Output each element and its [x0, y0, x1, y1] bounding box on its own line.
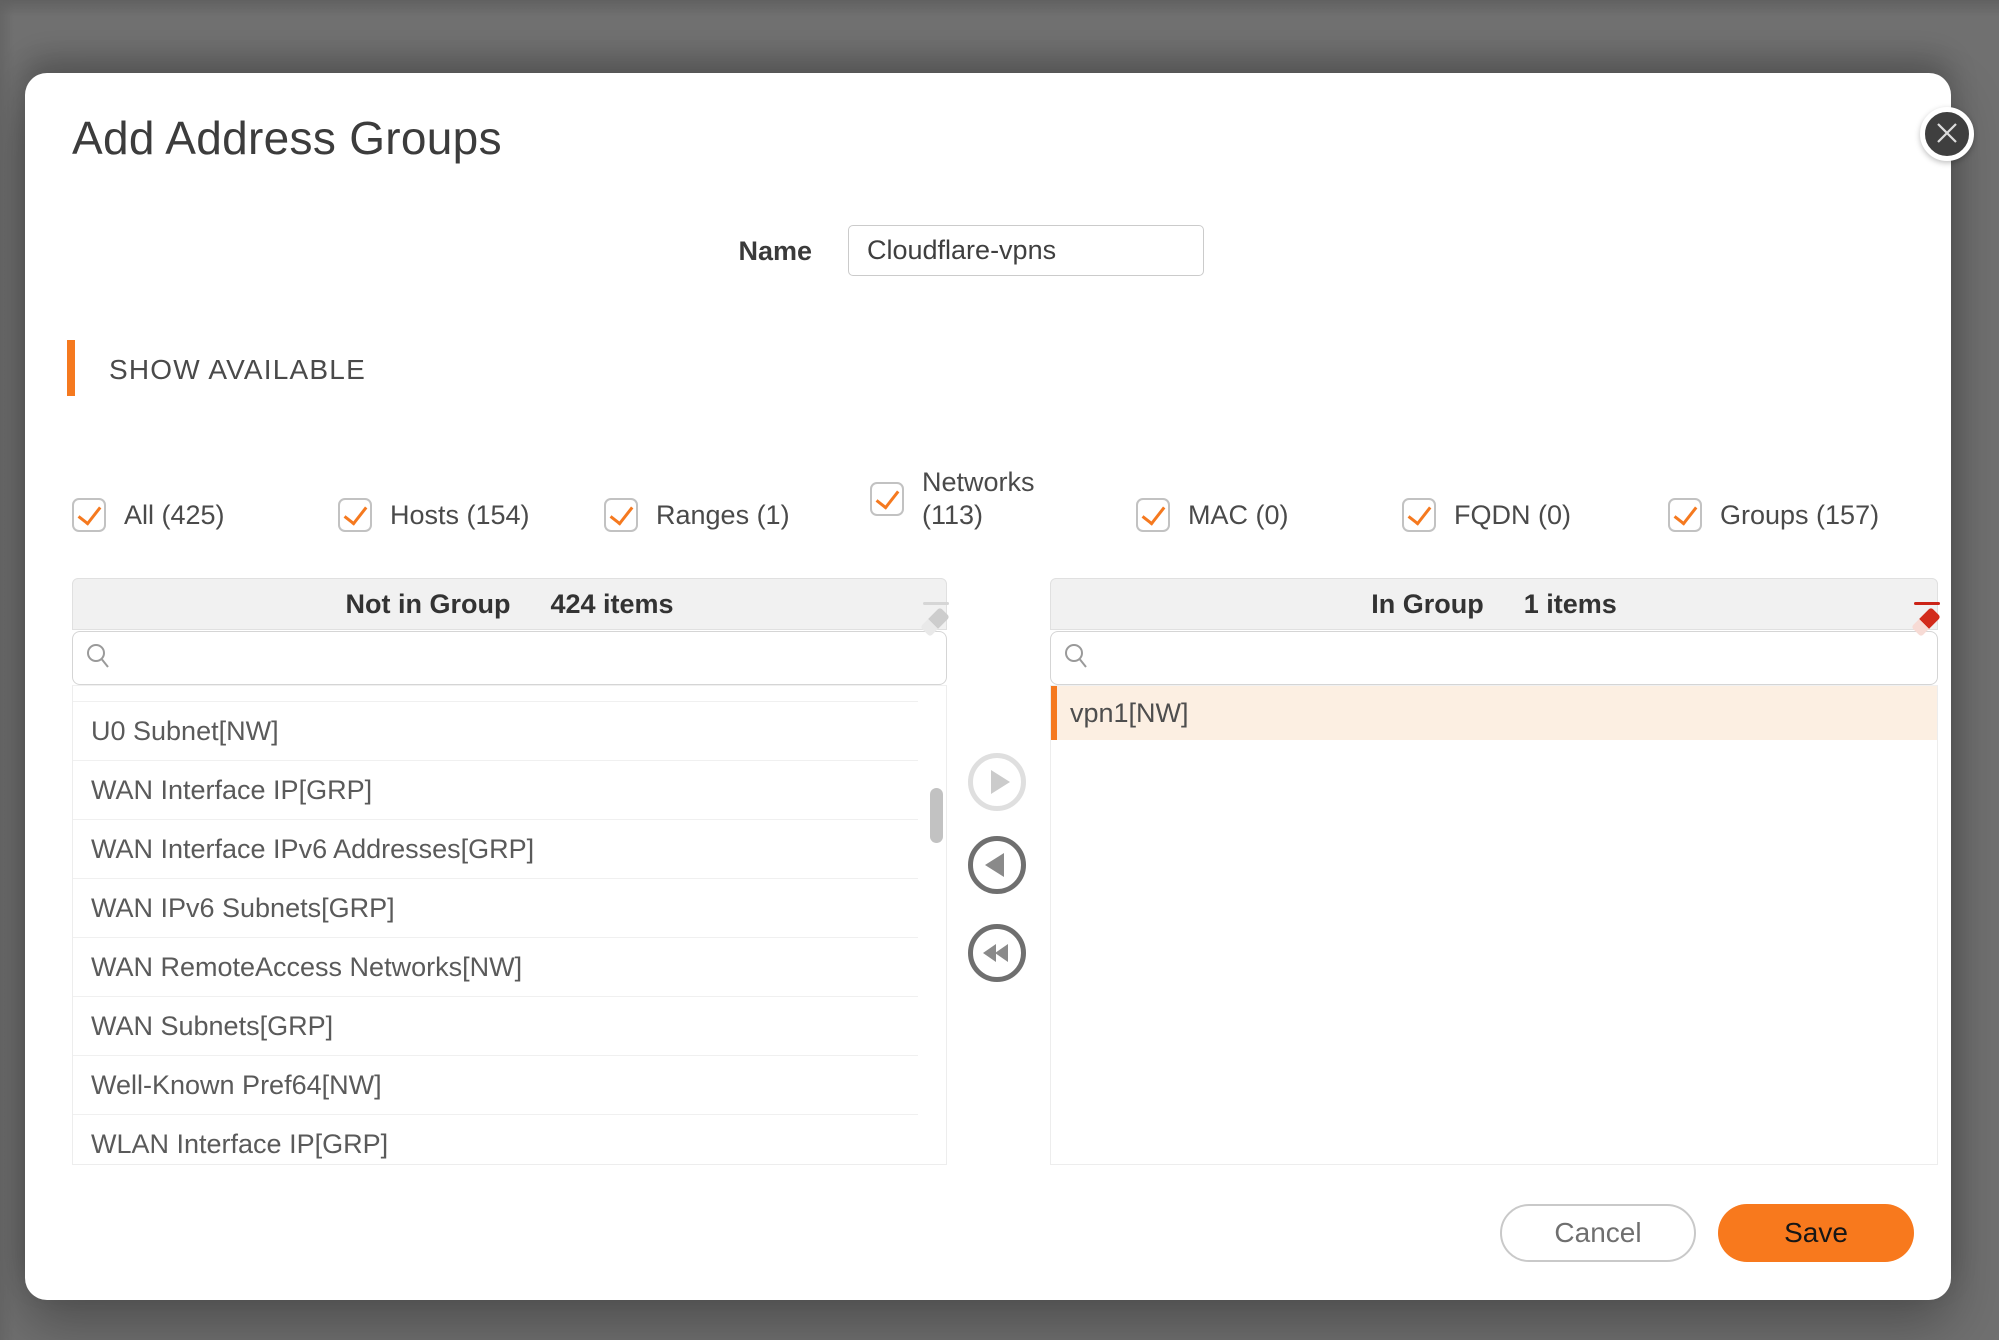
checkbox-mac[interactable]: [1136, 498, 1170, 532]
left-search-input[interactable]: [123, 637, 934, 679]
list-item[interactable]: WLAN Interface IP[GRP]: [73, 1115, 918, 1165]
filter-hosts[interactable]: Hosts (154): [338, 498, 604, 532]
move-right-button[interactable]: [968, 753, 1026, 811]
not-in-group-list: U0 Subnet[NW] WAN Interface IP[GRP] WAN …: [72, 685, 947, 1165]
name-label: Name: [697, 225, 812, 277]
checkbox-networks[interactable]: [870, 482, 904, 516]
filter-networks-label: Networks (113): [922, 466, 1044, 532]
selected-list-item[interactable]: vpn1[NW]: [1051, 686, 1937, 740]
filter-mac-label: MAC (0): [1188, 499, 1289, 532]
list-item[interactable]: WAN Subnets[GRP]: [73, 997, 918, 1056]
in-group-panel: In Group 1 items vpn1[NW]: [1050, 578, 1938, 1166]
arrow-left-icon: [985, 853, 1004, 877]
cancel-button[interactable]: Cancel: [1500, 1204, 1696, 1262]
filter-ranges-label: Ranges (1): [656, 499, 790, 532]
close-icon: [1935, 121, 1959, 148]
save-button[interactable]: Save: [1718, 1204, 1914, 1262]
arrow-right-icon: [991, 770, 1010, 794]
right-search-input[interactable]: [1101, 637, 1925, 679]
list-item[interactable]: U0 Subnet[NW]: [73, 702, 918, 761]
list-item-partial: [73, 686, 918, 702]
clear-left-list-button[interactable]: [898, 586, 936, 624]
close-button[interactable]: [1920, 107, 1974, 161]
move-left-button[interactable]: [968, 836, 1026, 894]
name-input[interactable]: [848, 225, 1204, 276]
page-title: Add Address Groups: [72, 108, 502, 168]
in-group-count: 1 items: [1524, 589, 1617, 620]
filter-all-label: All (425): [124, 499, 225, 532]
double-arrow-left-icon: [983, 944, 1008, 962]
list-item[interactable]: WAN Interface IPv6 Addresses[GRP]: [73, 820, 918, 879]
search-icon: [1063, 642, 1091, 675]
checkbox-all[interactable]: [72, 498, 106, 532]
filter-groups[interactable]: Groups (157): [1668, 498, 1879, 532]
not-in-group-count: 424 items: [550, 589, 673, 620]
filter-mac[interactable]: MAC (0): [1136, 498, 1402, 532]
filter-fqdn[interactable]: FQDN (0): [1402, 498, 1668, 532]
section-accent-bar: [67, 340, 75, 396]
filter-groups-label: Groups (157): [1720, 499, 1879, 532]
not-in-group-title: Not in Group: [345, 589, 510, 620]
in-group-list: vpn1[NW]: [1050, 685, 1938, 1165]
right-search-box: [1050, 631, 1938, 685]
checkbox-groups[interactable]: [1668, 498, 1702, 532]
add-address-groups-dialog: Add Address Groups Name SHOW AVAILABLE A…: [25, 73, 1951, 1300]
filter-all[interactable]: All (425): [72, 498, 338, 532]
section-title: SHOW AVAILABLE: [109, 354, 366, 386]
move-all-left-button[interactable]: [968, 924, 1026, 982]
in-group-header: In Group 1 items: [1050, 578, 1938, 630]
not-in-group-header: Not in Group 424 items: [72, 578, 947, 630]
checkbox-hosts[interactable]: [338, 498, 372, 532]
filter-hosts-label: Hosts (154): [390, 499, 530, 532]
list-item[interactable]: WAN IPv6 Subnets[GRP]: [73, 879, 918, 938]
list-item[interactable]: Well-Known Pref64[NW]: [73, 1056, 918, 1115]
filter-ranges[interactable]: Ranges (1): [604, 498, 870, 532]
in-group-title: In Group: [1371, 589, 1483, 620]
checkbox-ranges[interactable]: [604, 498, 638, 532]
not-in-group-panel: Not in Group 424 items U0 Subnet[NW] W: [72, 578, 947, 1166]
filter-fqdn-label: FQDN (0): [1454, 499, 1571, 532]
search-icon: [85, 642, 113, 675]
clear-right-list-button[interactable]: [1889, 586, 1927, 624]
checkbox-fqdn[interactable]: [1402, 498, 1436, 532]
list-item[interactable]: WAN RemoteAccess Networks[NW]: [73, 938, 918, 997]
left-list-scrollbar[interactable]: [930, 788, 943, 843]
page-backdrop: { "colors": { "accent": "#f5791f", "save…: [0, 0, 1999, 1340]
list-item[interactable]: WAN Interface IP[GRP]: [73, 761, 918, 820]
filter-row: All (425) Hosts (154) Ranges (1) Network…: [72, 468, 1879, 532]
left-search-box: [72, 631, 947, 685]
filter-networks[interactable]: Networks (113): [870, 466, 1136, 532]
